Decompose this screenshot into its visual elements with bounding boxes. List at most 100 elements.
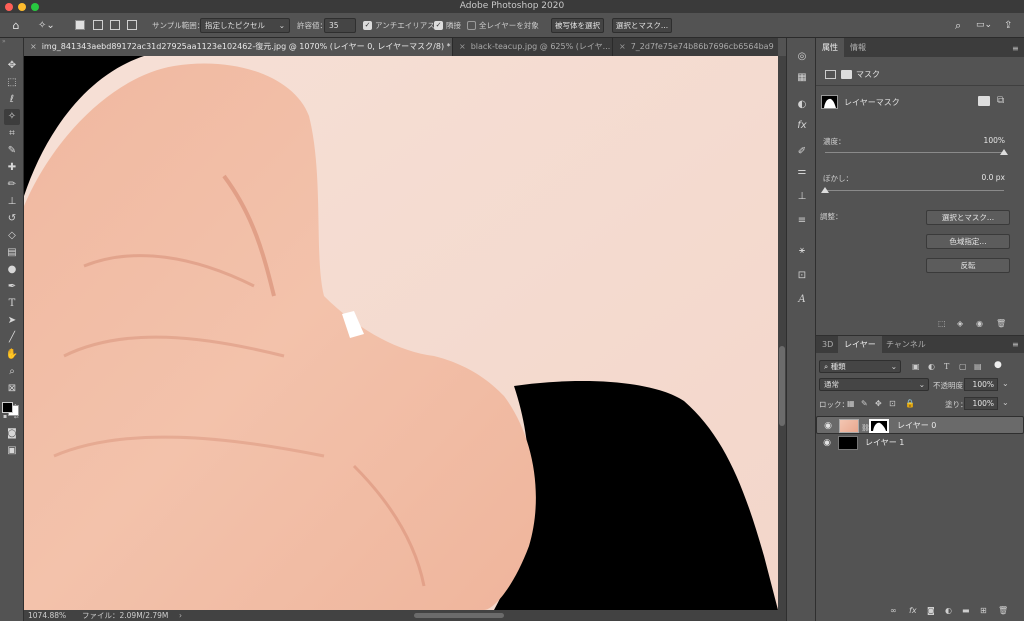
foreground-color-swatch[interactable]: [2, 402, 13, 413]
character-panel-icon[interactable]: A: [795, 293, 809, 307]
horizontal-scrollbar-thumb[interactable]: [414, 613, 504, 618]
close-tab-icon[interactable]: ×: [30, 42, 37, 51]
3d-panel-icon[interactable]: ◎: [795, 50, 809, 64]
pen-tool-icon[interactable]: ✒: [4, 279, 20, 295]
move-tool-icon[interactable]: ✥: [4, 58, 20, 74]
line-tool-icon[interactable]: ╱: [4, 330, 20, 346]
filter-shape-icon[interactable]: ▢: [959, 362, 967, 371]
zoom-level[interactable]: 1074.88%: [28, 610, 66, 621]
filter-type-icon[interactable]: T: [944, 362, 949, 371]
layer-style-icon[interactable]: fx: [909, 606, 917, 615]
filter-toggle-icon[interactable]: ●: [994, 360, 1002, 372]
lock-pixels-icon[interactable]: ✎: [861, 399, 868, 408]
tab-info[interactable]: 情報: [844, 38, 872, 57]
brush-tool-icon[interactable]: ✏: [4, 177, 20, 193]
workspace-icon[interactable]: ▭⌄: [976, 18, 998, 33]
filter-pixel-icon[interactable]: ▣: [912, 362, 920, 371]
feather-slider-handle[interactable]: [821, 187, 829, 193]
load-selection-icon[interactable]: ⬚: [938, 319, 946, 328]
search-icon[interactable]: ⌕: [955, 18, 969, 33]
link-layers-icon[interactable]: ∞: [890, 606, 897, 615]
invert-button[interactable]: 反転: [926, 258, 1010, 273]
opacity-input[interactable]: 100%: [964, 378, 998, 391]
home-icon[interactable]: ⌂: [8, 18, 24, 33]
fill-dropdown-icon[interactable]: ⌄: [1002, 398, 1009, 407]
brush-settings-icon[interactable]: ⚌: [795, 165, 809, 179]
tab-third-document[interactable]: × 7_2d7fe75e74b86b7696cb6564ba9: [612, 38, 778, 56]
density-slider-handle[interactable]: [1000, 149, 1008, 155]
contiguous-checkbox[interactable]: ✓: [434, 21, 443, 30]
apply-mask-bottom-icon[interactable]: ◈: [957, 319, 963, 328]
tab-properties[interactable]: 属性: [816, 38, 844, 57]
collapse-icon[interactable]: »: [2, 39, 22, 45]
filter-smart-object-icon[interactable]: ▤: [974, 362, 982, 371]
antialias-checkbox[interactable]: ✓: [363, 21, 372, 30]
toggle-mask-icon[interactable]: ◉: [976, 319, 983, 328]
clone-stamp-tool-icon[interactable]: ⊥: [4, 194, 20, 210]
select-and-mask-button[interactable]: 選択とマスク...: [926, 210, 1010, 225]
magic-wand-tool-preset-icon[interactable]: ✧⌄: [38, 18, 60, 33]
frame-tool-icon[interactable]: ⊠: [4, 381, 20, 397]
tab-channels[interactable]: チャンネル: [880, 336, 932, 353]
tab-3d[interactable]: 3D: [816, 336, 839, 353]
new-group-icon[interactable]: ▬: [962, 606, 970, 615]
kind-filter-select[interactable]: ⌕ 種類 ⌄: [819, 360, 901, 373]
tab-layers[interactable]: レイヤー: [838, 336, 882, 353]
vector-mask-icon[interactable]: [841, 70, 852, 79]
density-slider[interactable]: [825, 152, 1004, 153]
actions-panel-icon[interactable]: [795, 244, 809, 258]
eye-icon[interactable]: ◉: [823, 421, 833, 431]
select-and-mask-button[interactable]: 選択とマスク...: [612, 18, 672, 33]
tab-active-document[interactable]: × img_841343aebd89172ac31d27925aa1123e102…: [24, 38, 452, 56]
eyedropper-tool-icon[interactable]: ✎: [4, 143, 20, 159]
opacity-dropdown-icon[interactable]: ⌄: [1002, 379, 1009, 388]
share-icon[interactable]: ⇪: [1004, 18, 1018, 33]
hand-tool-icon[interactable]: ✋: [4, 347, 20, 363]
lock-all-icon[interactable]: 🔒: [905, 399, 915, 408]
pixel-mask-icon[interactable]: [825, 70, 836, 79]
healing-brush-tool-icon[interactable]: ✚: [4, 160, 20, 176]
clone-source-icon[interactable]: ⊥: [795, 190, 809, 204]
select-mask-icon[interactable]: [978, 96, 990, 106]
delete-layer-icon[interactable]: 🗑: [998, 606, 1008, 615]
quick-mask-icon[interactable]: ◙: [4, 426, 20, 442]
lasso-tool-icon[interactable]: ℓ: [4, 92, 20, 108]
history-brush-tool-icon[interactable]: ↺: [4, 211, 20, 227]
adjustments-panel-icon[interactable]: ◐: [795, 98, 809, 112]
feather-value[interactable]: 0.0 px: [962, 172, 1008, 185]
vertical-scrollbar[interactable]: [778, 56, 786, 610]
lock-artboard-icon[interactable]: ⊡: [889, 399, 896, 408]
zoom-tool-icon[interactable]: ⌕: [4, 364, 20, 380]
lock-transparency-icon[interactable]: ▦: [847, 399, 855, 408]
add-mask-icon[interactable]: ◙: [927, 606, 935, 615]
fill-input[interactable]: 100%: [964, 397, 998, 410]
close-tab-icon[interactable]: ×: [619, 42, 626, 51]
delete-mask-icon[interactable]: 🗑: [996, 319, 1006, 328]
apply-mask-icon[interactable]: ⧉: [997, 95, 1009, 107]
screen-mode-icon[interactable]: ▣: [4, 443, 20, 459]
document-canvas[interactable]: [24, 56, 778, 610]
layer-row-layer-0[interactable]: ◉ ⛓ レイヤー 0: [816, 416, 1024, 434]
eye-icon[interactable]: ◉: [822, 438, 832, 448]
marquee-tool-icon[interactable]: ⬚: [4, 75, 20, 91]
magic-wand-tool-icon[interactable]: ✧: [4, 109, 20, 125]
crop-tool-icon[interactable]: ⌗: [4, 126, 20, 142]
filter-adjustment-icon[interactable]: ◐: [928, 362, 935, 371]
add-selection-icon[interactable]: [93, 20, 103, 30]
path-selection-tool-icon[interactable]: ➤: [4, 313, 20, 329]
all-layers-checkbox[interactable]: [467, 21, 476, 30]
layer-row-layer-1[interactable]: ◉ レイヤー 1: [816, 434, 1024, 452]
tab-black-teacup[interactable]: × black-teacup.jpg @ 625% (レイヤ...: [452, 38, 612, 56]
styles-panel-icon[interactable]: fx: [795, 119, 809, 133]
glyphs-panel-icon[interactable]: ⊡: [795, 269, 809, 283]
status-menu-arrow-icon[interactable]: ›: [179, 610, 182, 621]
select-subject-button[interactable]: 被写体を選択: [551, 18, 604, 33]
tolerance-input[interactable]: 35: [324, 18, 356, 33]
brush-panel-icon[interactable]: ✐: [795, 145, 809, 159]
intersect-selection-icon[interactable]: [127, 20, 137, 30]
panel-menu-icon[interactable]: ≡: [1012, 340, 1019, 349]
subtract-selection-icon[interactable]: [110, 20, 120, 30]
new-layer-icon[interactable]: ⊞: [980, 606, 987, 615]
lock-position-icon[interactable]: ✥: [875, 399, 882, 408]
close-tab-icon[interactable]: ×: [459, 42, 466, 51]
